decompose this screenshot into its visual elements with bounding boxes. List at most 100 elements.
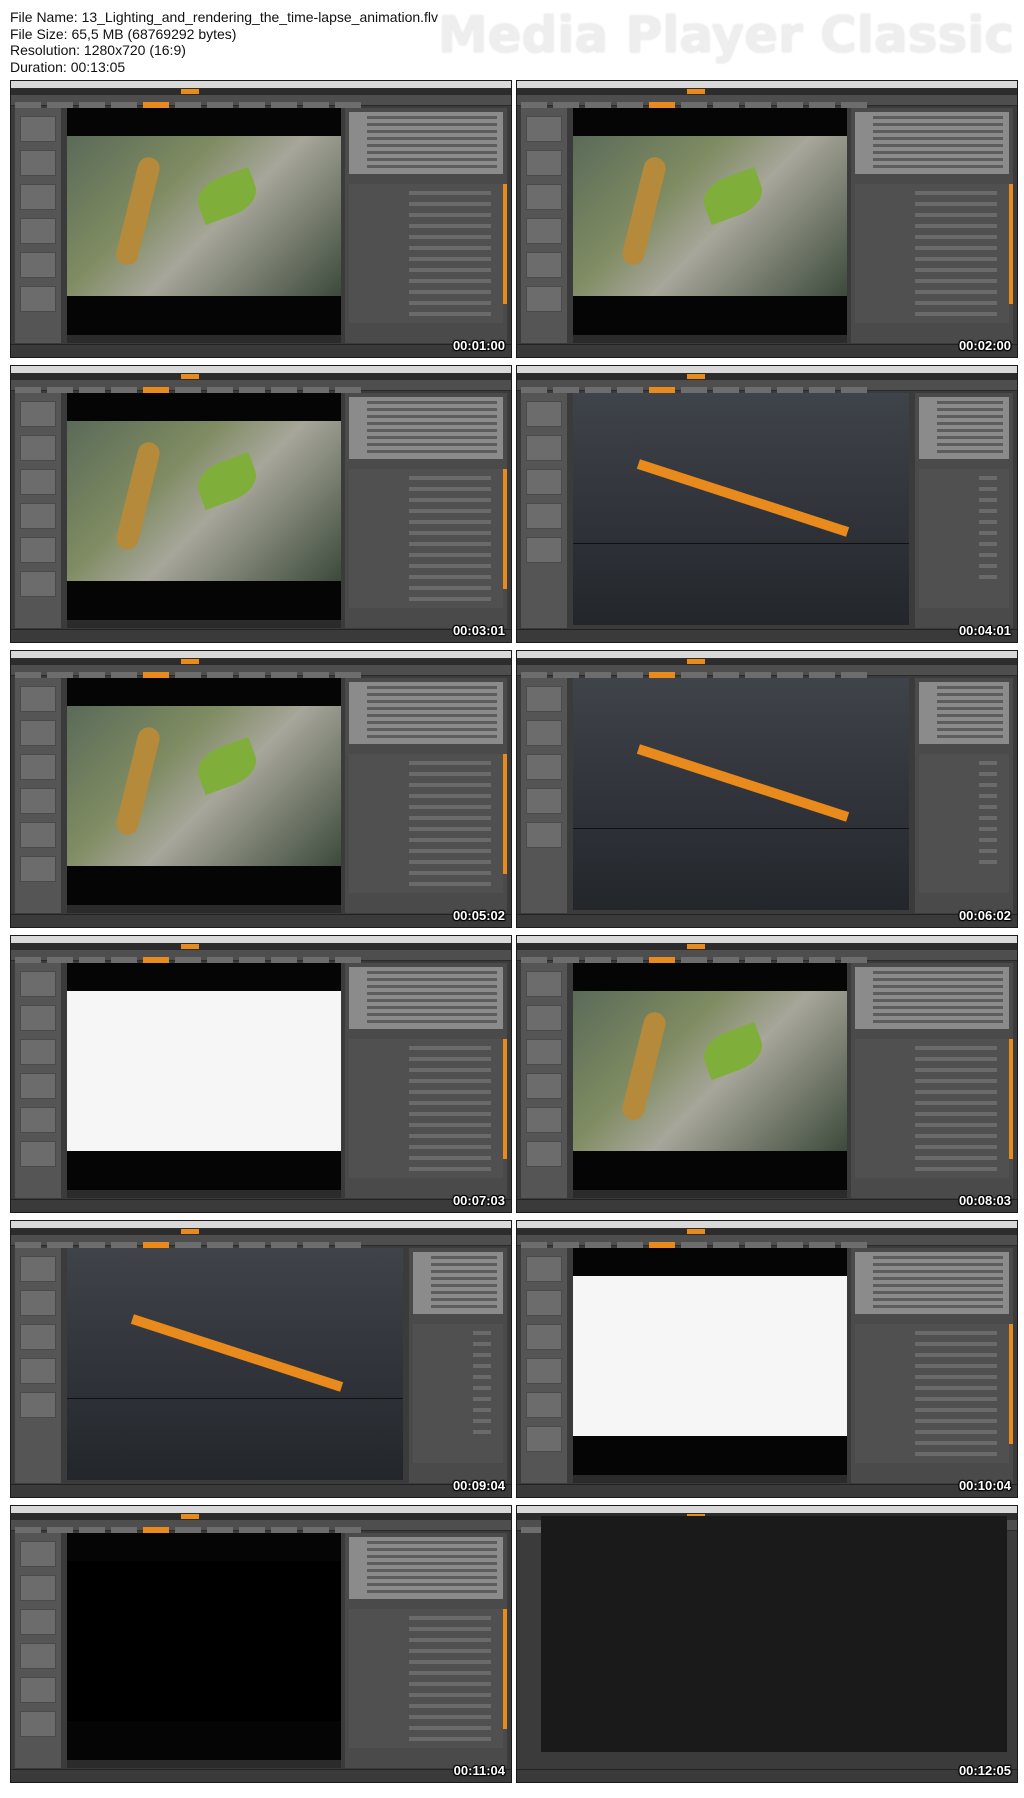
app-tabs bbox=[517, 1228, 1017, 1235]
presets-panel bbox=[15, 963, 61, 1198]
preview-viewport bbox=[573, 1248, 847, 1480]
tool-panel bbox=[521, 678, 567, 913]
shader-tree-panel bbox=[851, 108, 1013, 343]
app-menubar bbox=[517, 1506, 1017, 1519]
timeline bbox=[67, 335, 341, 343]
thumbnail-timestamp: 00:03:01 bbox=[452, 623, 505, 638]
app-menubar bbox=[11, 81, 511, 94]
timeline bbox=[67, 1760, 341, 1768]
status-bar bbox=[11, 1769, 511, 1782]
app-menubar bbox=[517, 936, 1017, 949]
preview-viewport bbox=[573, 108, 847, 340]
status-bar bbox=[11, 1484, 511, 1497]
app-tabs bbox=[11, 658, 511, 665]
preview-viewport bbox=[573, 963, 847, 1195]
video-thumbnail: 00:06:02 bbox=[516, 650, 1018, 928]
video-thumbnail: 00:07:03 bbox=[10, 935, 512, 1213]
file-name: File Name: 13_Lighting_and_rendering_the… bbox=[10, 9, 439, 25]
app-menubar bbox=[517, 1221, 1017, 1234]
player-brand: Media Player Classic bbox=[437, 6, 1014, 64]
preview-image bbox=[573, 136, 847, 296]
app-tabs bbox=[517, 373, 1017, 380]
app-menubar bbox=[11, 366, 511, 379]
thumbnail-timestamp: 00:05:02 bbox=[452, 908, 505, 923]
app-menubar bbox=[11, 651, 511, 664]
preview-image bbox=[67, 136, 341, 296]
preview-viewport bbox=[67, 1533, 341, 1765]
app-toolbar bbox=[517, 665, 1017, 678]
thumbnail-timestamp: 00:07:03 bbox=[452, 1193, 505, 1208]
preview-image bbox=[573, 1276, 847, 1436]
app-toolbar bbox=[11, 1235, 511, 1248]
app-toolbar bbox=[11, 95, 511, 108]
video-thumbnail: 00:10:04 bbox=[516, 1220, 1018, 1498]
duration: Duration: 00:13:05 bbox=[10, 58, 126, 75]
3d-viewport bbox=[573, 393, 909, 625]
app-menubar bbox=[517, 81, 1017, 94]
presets-panel bbox=[521, 108, 567, 343]
timeline bbox=[67, 1190, 341, 1198]
tool-panel bbox=[521, 393, 567, 628]
preview-image bbox=[67, 421, 341, 581]
presets-panel bbox=[521, 1248, 567, 1483]
status-bar bbox=[517, 344, 1017, 357]
file-info: File Name: 13_Lighting_and_rendering_the… bbox=[10, 9, 438, 75]
thumbnail-timestamp: 00:09:04 bbox=[452, 1478, 505, 1493]
properties-panel bbox=[409, 1248, 507, 1483]
status-bar bbox=[517, 1769, 1017, 1782]
thumbnail-timestamp: 00:12:05 bbox=[958, 1763, 1011, 1778]
app-menubar bbox=[11, 1221, 511, 1234]
timeline bbox=[67, 905, 341, 913]
video-thumbnail: 00:09:04 bbox=[10, 1220, 512, 1498]
app-toolbar bbox=[11, 1520, 511, 1533]
status-bar bbox=[517, 914, 1017, 927]
preview-viewport bbox=[67, 678, 341, 910]
app-menubar bbox=[11, 1506, 511, 1519]
thumbnail-timestamp: 00:08:03 bbox=[958, 1193, 1011, 1208]
app-toolbar bbox=[517, 95, 1017, 108]
video-thumbnail: 00:08:03 bbox=[516, 935, 1018, 1213]
app-toolbar bbox=[11, 665, 511, 678]
status-bar bbox=[517, 1484, 1017, 1497]
shader-tree-panel bbox=[345, 393, 507, 628]
header: File Name: 13_Lighting_and_rendering_the… bbox=[0, 0, 1024, 78]
thumbnail-timestamp: 00:04:01 bbox=[958, 623, 1011, 638]
app-toolbar bbox=[517, 1235, 1017, 1248]
app-tabs bbox=[517, 943, 1017, 950]
properties-panel bbox=[915, 678, 1013, 913]
thumbnail-timestamp: 00:02:00 bbox=[958, 338, 1011, 353]
timeline bbox=[67, 620, 341, 628]
app-tabs bbox=[11, 373, 511, 380]
status-bar bbox=[11, 629, 511, 642]
shader-tree-panel bbox=[345, 1533, 507, 1768]
app-menubar bbox=[11, 936, 511, 949]
app-toolbar bbox=[11, 380, 511, 393]
app-toolbar bbox=[517, 380, 1017, 393]
presets-panel bbox=[15, 108, 61, 343]
status-bar bbox=[11, 344, 511, 357]
shader-tree-panel bbox=[851, 1248, 1013, 1483]
preview-viewport bbox=[67, 108, 341, 340]
thumbnail-timestamp: 00:10:04 bbox=[958, 1478, 1011, 1493]
shader-tree-panel bbox=[851, 963, 1013, 1198]
preview-image bbox=[67, 706, 341, 866]
presets-panel bbox=[15, 678, 61, 913]
file-size: File Size: 65,5 MB (68769292 bytes) bbox=[10, 25, 237, 42]
video-thumbnail: 00:05:02 bbox=[10, 650, 512, 928]
resolution: Resolution: 1280x720 (16:9) bbox=[10, 42, 186, 58]
thumbnail-timestamp: 00:06:02 bbox=[958, 908, 1011, 923]
app-tabs bbox=[11, 1228, 511, 1235]
shader-tree-panel bbox=[345, 963, 507, 1198]
app-toolbar bbox=[517, 950, 1017, 963]
thumbnail-timestamp: 00:01:00 bbox=[452, 338, 505, 353]
status-bar bbox=[11, 1199, 511, 1212]
properties-panel bbox=[915, 393, 1013, 628]
timeline bbox=[573, 1190, 847, 1198]
app-tabs bbox=[517, 88, 1017, 95]
preview-viewport bbox=[67, 393, 341, 625]
presets-panel bbox=[15, 1533, 61, 1768]
video-thumbnail: 00:12:05 bbox=[516, 1505, 1018, 1783]
app-menubar bbox=[517, 651, 1017, 664]
video-thumbnail: 00:03:01 bbox=[10, 365, 512, 643]
timeline bbox=[573, 1475, 847, 1483]
